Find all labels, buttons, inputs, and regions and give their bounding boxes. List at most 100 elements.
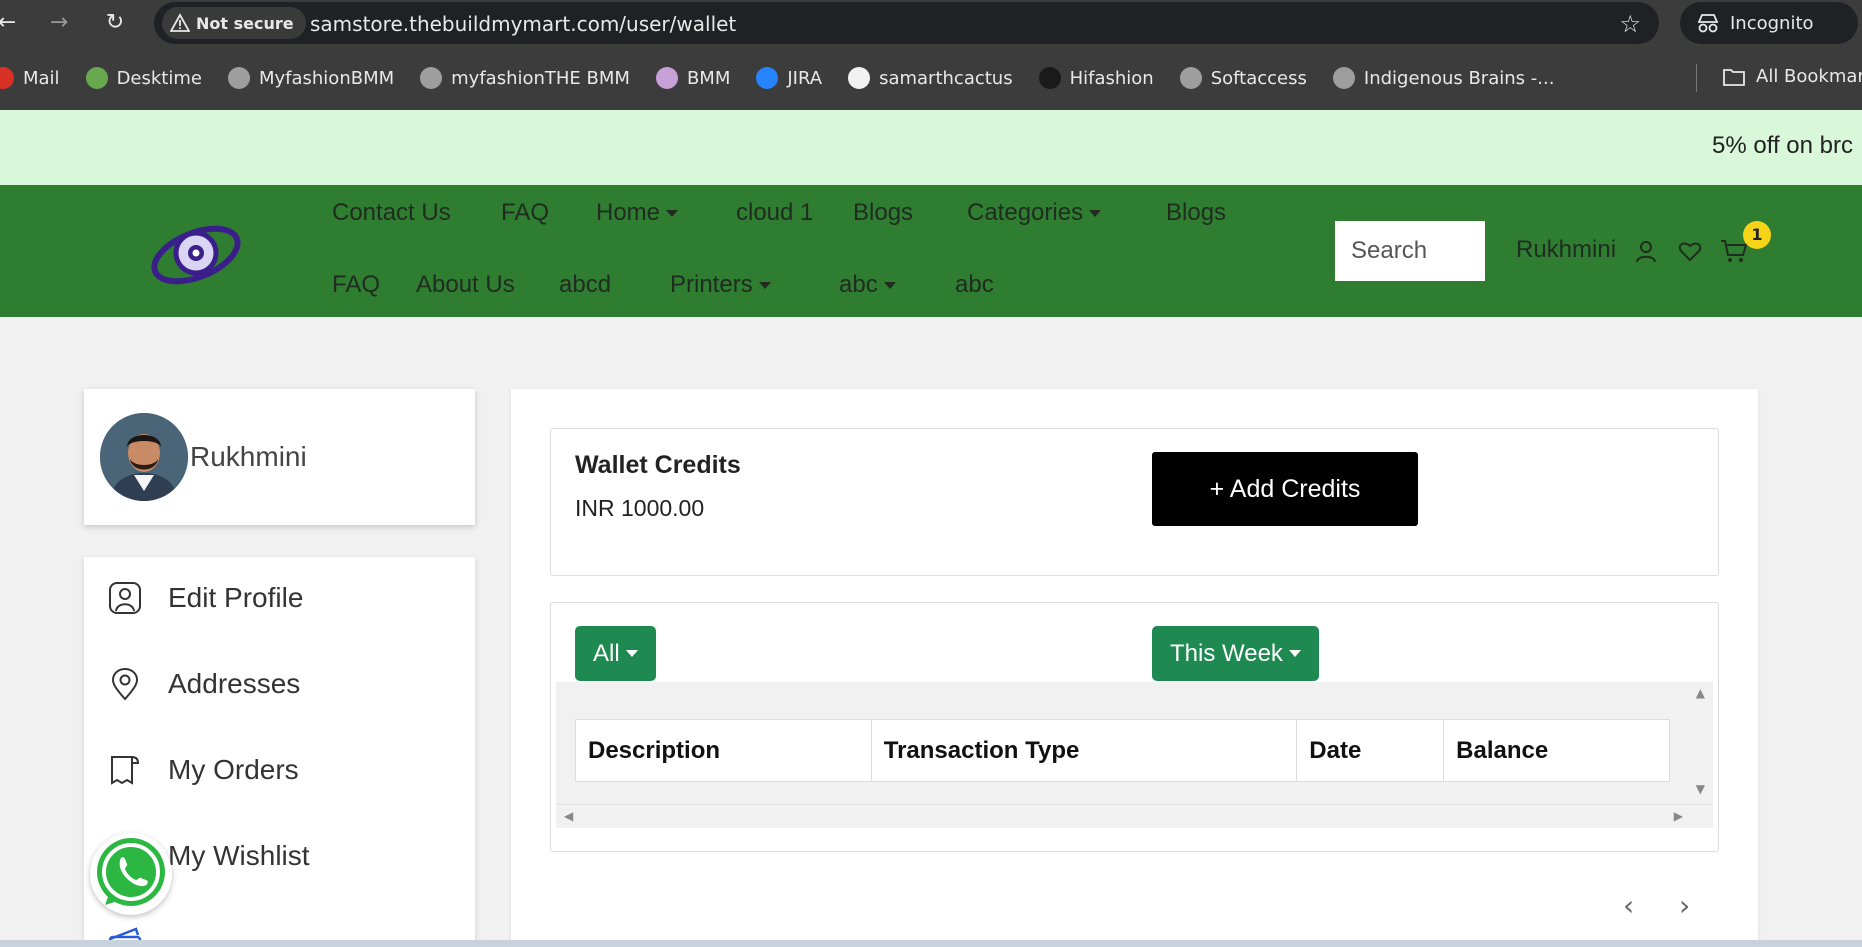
sidebar-item-label: My Wishlist — [168, 840, 310, 871]
bookmark-favicon-icon — [1038, 67, 1061, 89]
menu-item-cloud-1[interactable]: cloud 1 — [736, 199, 813, 227]
transactions-scroll-area[interactable]: Description Transaction Type Date Balanc… — [556, 682, 1713, 828]
bookmark-label: Indigenous Brains -... — [1363, 67, 1555, 89]
back-icon[interactable]: ← — [0, 8, 22, 38]
bookmark-item[interactable]: BMM — [655, 67, 731, 89]
filter-period-label: This Week — [1170, 639, 1283, 667]
add-credits-button[interactable]: + Add Credits — [1152, 452, 1418, 526]
site-header: Contact Us FAQ Home cloud 1 Blogs Categories B… — [0, 185, 1862, 317]
bookmark-favicon-icon — [0, 67, 14, 89]
bookmark-favicon-icon — [848, 67, 871, 89]
horizontal-scrollbar[interactable]: ◀ ▶ — [556, 804, 1713, 828]
pagination-next-icon[interactable]: › — [1679, 889, 1690, 922]
bookmark-item[interactable]: Mail — [0, 67, 60, 89]
bookmark-label: MyfashionBMM — [258, 67, 395, 89]
forward-icon[interactable]: → — [44, 8, 74, 38]
bookmark-list: Mail Desktime MyfashionBMM myfashionTHE BMM… — [0, 67, 1580, 89]
bookmark-favicon-icon — [756, 67, 779, 89]
bookmark-item[interactable]: MyfashionBMM — [227, 67, 395, 89]
chevron-down-icon — [1089, 210, 1102, 218]
scroll-right-icon[interactable]: ▶ — [1674, 809, 1683, 823]
bookmark-favicon-icon — [655, 67, 678, 89]
whatsapp-chat-button[interactable] — [90, 833, 172, 915]
profile-card: Rukhmini — [84, 389, 475, 525]
bookmark-item[interactable]: Desktime — [85, 67, 202, 89]
reload-icon[interactable]: ↻ — [100, 8, 130, 38]
sidebar-item-my-orders[interactable]: My Orders — [108, 753, 299, 787]
bookmark-favicon-icon — [1332, 67, 1355, 89]
bookmark-item[interactable]: JIRA — [756, 67, 822, 89]
menu-item-printers[interactable]: Printers — [670, 271, 771, 299]
menu-item-label: cloud 1 — [736, 199, 814, 226]
header-user-name[interactable]: Rukhmini — [1516, 236, 1616, 264]
wallet-credits-card: Wallet Credits INR 1000.00 + Add Credits — [550, 428, 1719, 576]
browser-menu-icon[interactable]: ⋮ — [1854, 10, 1862, 35]
user-icon[interactable] — [1633, 238, 1659, 264]
transaction-type-filter[interactable]: All — [575, 626, 656, 681]
menu-item-label: abc — [955, 271, 994, 298]
bookmark-favicon-icon — [85, 67, 108, 89]
pagination-prev-icon[interactable]: ‹ — [1623, 889, 1634, 922]
sidebar-item-edit-profile[interactable]: Edit Profile — [108, 581, 303, 615]
table-header-row: Description Transaction Type Date Balanc… — [575, 719, 1670, 782]
chevron-down-icon — [1288, 650, 1301, 657]
scroll-down-icon[interactable]: ▼ — [1696, 782, 1705, 796]
menu-item-about-us[interactable]: About Us — [416, 271, 515, 299]
menu-item-categories[interactable]: Categories — [967, 199, 1102, 227]
scroll-up-icon[interactable]: ▲ — [1696, 686, 1705, 700]
menu-item-abc[interactable]: abc — [839, 271, 896, 299]
receipt-icon — [111, 756, 140, 785]
incognito-label: Incognito — [1730, 12, 1814, 34]
all-bookmarks-label: All Bookmarks — [1756, 66, 1862, 87]
chevron-down-icon — [625, 650, 638, 657]
bookmark-favicon-icon — [1179, 67, 1202, 89]
column-header-balance: Balance — [1443, 719, 1670, 782]
bookmark-label: JIRA — [787, 67, 823, 89]
site-logo[interactable] — [148, 211, 248, 295]
bookmark-item[interactable]: samarthcactus — [848, 67, 1013, 89]
bookmark-item[interactable]: Softaccess — [1179, 67, 1307, 89]
menu-item-home[interactable]: Home — [596, 199, 679, 227]
browser-toolbar: ← → ↻ Not secure samstore.thebuildmymart… — [0, 0, 1862, 46]
menu-item-label: Blogs — [1166, 199, 1227, 226]
menu-item-contact-us[interactable]: Contact Us — [332, 199, 451, 227]
chevron-down-icon — [883, 282, 896, 290]
menu-item-label: About Us — [416, 271, 515, 298]
bookmark-label: samarthcactus — [879, 67, 1013, 89]
menu-item-label: Categories — [967, 199, 1084, 226]
taskbar-strip — [0, 940, 1862, 947]
bookmark-label: Softaccess — [1210, 67, 1307, 89]
bookmark-item[interactable]: Hifashion — [1038, 67, 1154, 89]
menu-item-abcd[interactable]: abcd — [559, 271, 611, 299]
menu-item-label: abc — [839, 271, 878, 298]
incognito-icon — [1697, 14, 1719, 33]
all-bookmarks[interactable]: All Bookmarks — [1722, 66, 1862, 87]
security-chip[interactable]: Not secure — [162, 7, 306, 39]
cart-icon[interactable] — [1720, 238, 1748, 264]
menu-item-label: Printers — [670, 271, 753, 298]
bookmark-label: BMM — [686, 67, 731, 89]
column-header-transaction-type: Transaction Type — [870, 719, 1298, 782]
transactions-table: Description Transaction Type Date Balanc… — [575, 719, 1670, 782]
menu-item-label: FAQ — [332, 271, 381, 298]
search-input[interactable] — [1335, 221, 1485, 281]
address-bar[interactable]: Not secure samstore.thebuildmymart.com/u… — [154, 2, 1659, 44]
chevron-down-icon — [758, 282, 771, 290]
scroll-left-icon[interactable]: ◀ — [564, 809, 573, 823]
sidebar-item-addresses[interactable]: Addresses — [108, 667, 300, 701]
heart-icon[interactable] — [1677, 238, 1703, 264]
bookmark-item[interactable]: myfashionTHE BMM — [420, 67, 630, 89]
incognito-chip[interactable]: Incognito — [1680, 2, 1858, 44]
menu-item-faq[interactable]: FAQ — [501, 199, 549, 227]
menu-item-blogs[interactable]: Blogs — [853, 199, 913, 227]
bookmark-item[interactable]: Indigenous Brains -... — [1332, 67, 1555, 89]
bookmark-star-icon[interactable]: ☆ — [1619, 10, 1641, 38]
bookmark-label: Hifashion — [1069, 67, 1154, 89]
menu-item-abc[interactable]: abc — [955, 271, 994, 299]
url-text[interactable]: samstore.thebuildmymart.com/user/wallet — [310, 12, 736, 36]
menu-item-blogs[interactable]: Blogs — [1166, 199, 1226, 227]
menu-item-faq[interactable]: FAQ — [332, 271, 380, 299]
time-period-filter[interactable]: This Week — [1152, 626, 1319, 681]
bookmark-favicon-icon — [227, 67, 250, 89]
column-header-date: Date — [1296, 719, 1445, 782]
